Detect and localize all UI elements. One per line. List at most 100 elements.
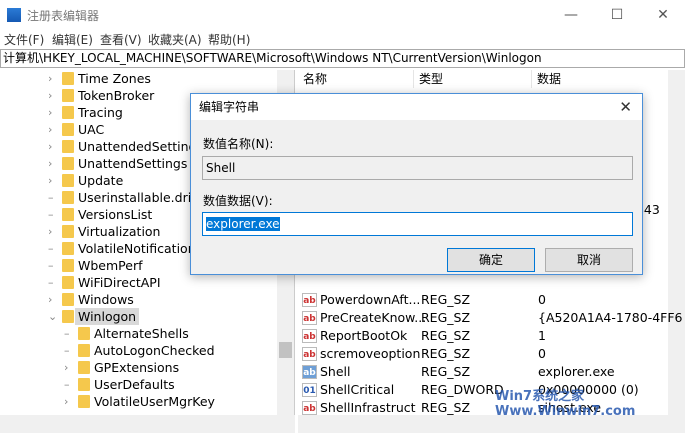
column-type[interactable]: 类型 — [414, 70, 532, 88]
dialog-close-button[interactable]: ✕ — [619, 94, 632, 120]
chevron-right-icon[interactable]: › — [48, 104, 58, 121]
menu-help[interactable]: 帮助(H) — [208, 31, 250, 48]
chevron-right-icon[interactable]: › — [48, 155, 58, 172]
value-name-label: 数值名称(N): — [203, 137, 274, 151]
edit-string-dialog: 编辑字符串 ✕ 数值名称(N): Shell 数值数据(V): explorer… — [190, 93, 643, 275]
tree-line: – — [64, 327, 70, 340]
menu-view[interactable]: 查看(V) — [100, 31, 142, 48]
tree-node[interactable]: ⌄ Winlogon — [0, 308, 277, 325]
tree-node-label: WiFiDirectAPI — [78, 275, 161, 290]
tree-node[interactable]: › VolatileUserMgrKey — [0, 393, 277, 410]
tree-line: – — [48, 259, 54, 272]
value-name: ShellCritical — [320, 382, 395, 397]
folder-icon — [62, 310, 74, 323]
chevron-right-icon[interactable]: › — [48, 87, 58, 104]
minimize-button[interactable]: — — [548, 0, 594, 30]
folder-icon — [62, 157, 74, 170]
value-data: 0 — [538, 346, 546, 361]
chevron-right-icon[interactable]: › — [48, 291, 58, 308]
value-name-field: Shell — [202, 156, 633, 180]
value-name: scremoveoption — [320, 346, 421, 361]
folder-icon — [62, 191, 74, 204]
value-data: {A520A1A4-1780-4FF6 — [538, 310, 683, 325]
string-value-icon: ab — [302, 329, 317, 343]
value-row[interactable]: ab Shell REG_SZ explorer.exe — [298, 363, 673, 381]
value-type: REG_SZ — [421, 364, 471, 379]
close-button[interactable]: ✕ — [640, 0, 685, 30]
value-data: explorer.exe — [538, 364, 615, 379]
menu-favorites[interactable]: 收藏夹(A) — [148, 31, 202, 48]
chevron-right-icon[interactable]: › — [48, 223, 58, 240]
tree-node-label: UnattendSettings — [78, 156, 188, 171]
string-value-icon: ab — [302, 365, 317, 379]
value-row[interactable]: ab PreCreateKnow... REG_SZ {A520A1A4-1780-4… — [298, 309, 683, 327]
tree-node[interactable]: – AlternateShells — [0, 325, 277, 342]
chevron-right-icon[interactable]: › — [64, 359, 74, 376]
tree-node[interactable]: › GPExtensions — [0, 359, 277, 376]
tree-node-label: Tracing — [78, 105, 123, 120]
value-data: 1 — [538, 328, 546, 343]
menu-bar: 文件(F) 编辑(E) 查看(V) 收藏夹(A) 帮助(H) — [0, 30, 685, 48]
value-name: PreCreateKnow... — [320, 310, 427, 325]
string-value-icon: ab — [302, 293, 317, 307]
folder-icon — [62, 123, 74, 136]
tree-node-label: Winlogon — [75, 308, 140, 325]
value-row[interactable]: ab ReportBootOk REG_SZ 1 — [298, 327, 673, 345]
value-name: PowerdownAft... — [320, 292, 421, 307]
chevron-right-icon[interactable]: › — [64, 393, 74, 410]
value-data-input[interactable]: explorer.exe — [202, 212, 633, 236]
tree-line: – — [48, 276, 54, 289]
tree-line: – — [64, 378, 70, 391]
tree-line: – — [48, 191, 54, 204]
string-value-icon: ab — [302, 347, 317, 361]
value-data-selected-text: explorer.exe — [206, 217, 280, 231]
tree-node-label: VolatileUserMgrKey — [94, 394, 215, 409]
tree-line: – — [48, 208, 54, 221]
folder-icon — [78, 395, 90, 408]
folder-icon — [62, 225, 74, 238]
tree-node-label: TokenBroker — [78, 88, 155, 103]
address-bar[interactable]: 计算机\HKEY_LOCAL_MACHINE\SOFTWARE\Microsof… — [0, 49, 685, 68]
value-type: REG_SZ — [421, 310, 471, 325]
chevron-down-icon[interactable]: ⌄ — [48, 308, 58, 325]
folder-icon — [62, 276, 74, 289]
menu-edit[interactable]: 编辑(E) — [52, 31, 93, 48]
value-data: 0 — [538, 292, 546, 307]
folder-icon — [62, 242, 74, 255]
tree-node-label: UAC — [78, 122, 105, 137]
dword-value-icon: 01 — [302, 383, 317, 397]
tree-node-label: Userinstallable.drive — [78, 190, 207, 205]
column-data[interactable]: 数据 — [532, 70, 673, 88]
value-data-label: 数值数据(V): — [203, 194, 273, 208]
value-type: REG_SZ — [421, 328, 471, 343]
tree-node-label: VersionsList — [78, 207, 153, 222]
watermark: Win7系统之家 Www.Winwin7.com — [495, 389, 636, 419]
column-name[interactable]: 名称 — [298, 70, 414, 88]
value-row[interactable]: ab scremoveoption REG_SZ 0 — [298, 345, 673, 363]
folder-icon — [78, 361, 90, 374]
ok-button[interactable]: 确定 — [447, 248, 535, 272]
tree-node-label: UserDefaults — [94, 377, 175, 392]
value-type: REG_SZ — [421, 346, 471, 361]
tree-node[interactable]: › Windows — [0, 291, 277, 308]
chevron-right-icon[interactable]: › — [48, 138, 58, 155]
chevron-right-icon[interactable]: › — [48, 121, 58, 138]
tree-node-label: AlternateShells — [94, 326, 189, 341]
menu-file[interactable]: 文件(F) — [4, 31, 44, 48]
chevron-right-icon[interactable]: › — [48, 172, 58, 189]
tree-node-label: VolatileNotifications — [78, 241, 203, 256]
title-bar: 注册表编辑器 — ☐ ✕ — [0, 0, 685, 30]
cancel-button[interactable]: 取消 — [545, 248, 633, 272]
folder-icon — [78, 378, 90, 391]
tree-scroll-thumb[interactable] — [279, 342, 292, 358]
tree-node[interactable]: – WiFiDirectAPI — [0, 274, 277, 291]
chevron-right-icon[interactable]: › — [48, 70, 58, 87]
tree-node-label: Virtualization — [78, 224, 161, 239]
maximize-button[interactable]: ☐ — [594, 0, 640, 30]
tree-node[interactable]: – AutoLogonChecked — [0, 342, 277, 359]
value-row[interactable]: ab PowerdownAft... REG_SZ 0 — [298, 291, 673, 309]
tree-node[interactable]: › Time Zones — [0, 70, 277, 87]
tree-node[interactable]: – UserDefaults — [0, 376, 277, 393]
tree-horizontal-scrollbar[interactable] — [0, 415, 295, 433]
tree-line: – — [48, 242, 54, 255]
